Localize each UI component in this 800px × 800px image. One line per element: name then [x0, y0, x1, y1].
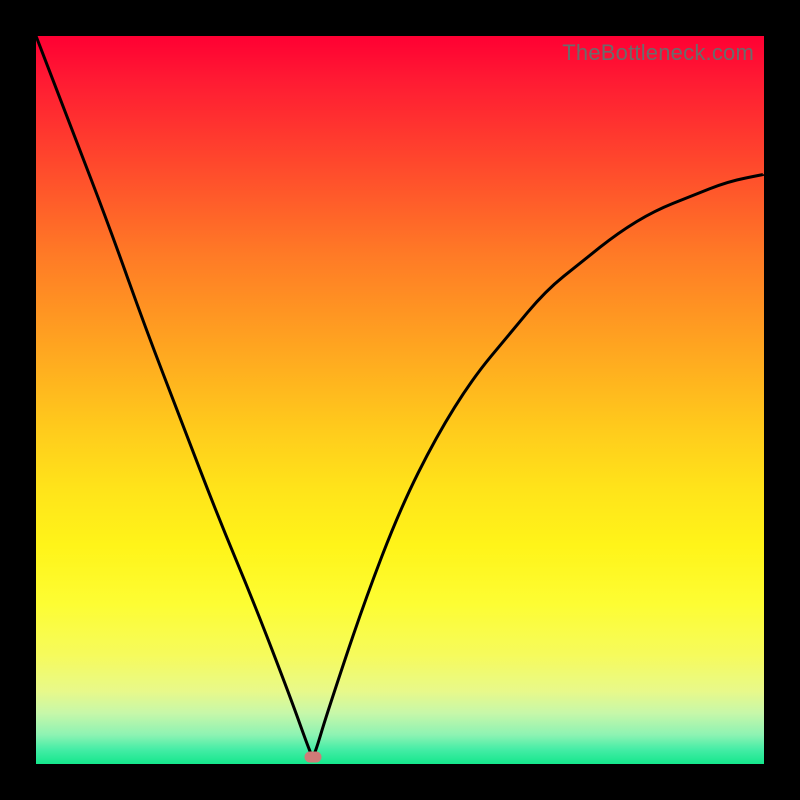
curve-path: [36, 36, 764, 755]
plot-area: TheBottleneck.com: [36, 36, 764, 764]
minimum-marker: [304, 751, 321, 762]
bottleneck-curve: [36, 36, 764, 764]
chart-frame: TheBottleneck.com: [0, 0, 800, 800]
